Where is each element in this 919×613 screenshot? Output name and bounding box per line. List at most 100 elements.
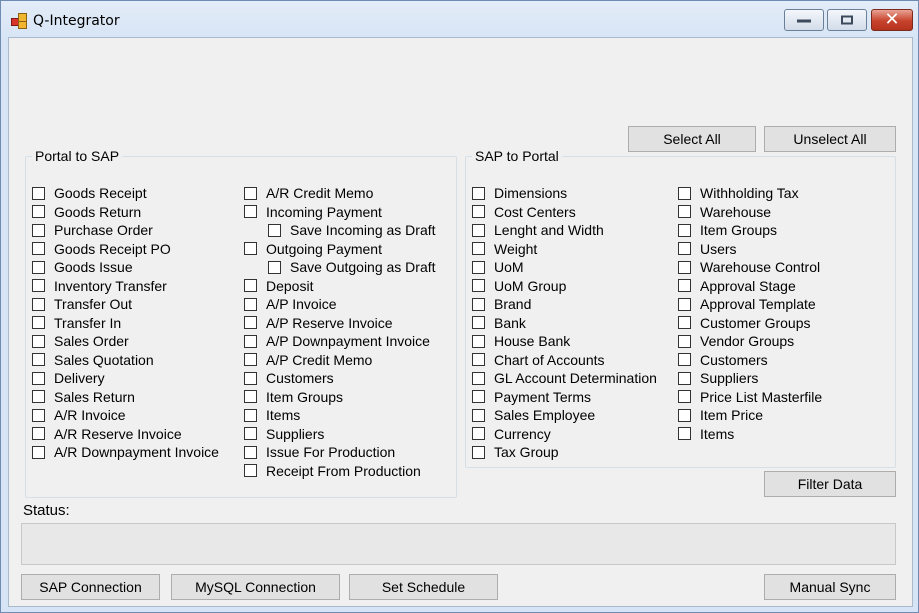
portal-to-sap-checkbox-a-r-invoice[interactable]: A/R Invoice <box>32 406 219 425</box>
portal-to-sap-checkbox-issue-for-production[interactable]: Issue For Production <box>244 443 436 462</box>
checkbox-box[interactable] <box>472 390 485 404</box>
sap-to-portal-checkbox-users[interactable]: Users <box>678 240 822 259</box>
mysql-connection-button[interactable]: MySQL Connection <box>171 574 340 600</box>
checkbox-box[interactable] <box>472 242 485 256</box>
portal-to-sap-checkbox-suppliers[interactable]: Suppliers <box>244 425 436 444</box>
manual-sync-button[interactable]: Manual Sync <box>764 574 896 600</box>
checkbox-box[interactable] <box>244 353 257 367</box>
checkbox-box[interactable] <box>678 427 691 441</box>
sap-to-portal-checkbox-sales-employee[interactable]: Sales Employee <box>472 406 657 425</box>
checkbox-box[interactable] <box>32 445 45 459</box>
sap-to-portal-checkbox-bank[interactable]: Bank <box>472 314 657 333</box>
checkbox-box[interactable] <box>678 186 691 200</box>
sap-to-portal-checkbox-uom[interactable]: UoM <box>472 258 657 277</box>
checkbox-box[interactable] <box>678 223 691 237</box>
checkbox-box[interactable] <box>244 427 257 441</box>
portal-to-sap-checkbox-transfer-in[interactable]: Transfer In <box>32 314 219 333</box>
sap-to-portal-checkbox-brand[interactable]: Brand <box>472 295 657 314</box>
portal-to-sap-checkbox-a-p-reserve-invoice[interactable]: A/P Reserve Invoice <box>244 314 436 333</box>
portal-to-sap-checkbox-goods-receipt[interactable]: Goods Receipt <box>32 184 219 203</box>
checkbox-box[interactable] <box>472 223 485 237</box>
checkbox-box[interactable] <box>244 186 257 200</box>
checkbox-box[interactable] <box>32 353 45 367</box>
filter-data-button[interactable]: Filter Data <box>764 471 896 497</box>
select-all-button[interactable]: Select All <box>628 126 756 152</box>
sap-to-portal-checkbox-dimensions[interactable]: Dimensions <box>472 184 657 203</box>
checkbox-box[interactable] <box>244 279 257 293</box>
checkbox-box[interactable] <box>268 223 281 237</box>
checkbox-box[interactable] <box>244 205 257 219</box>
sap-to-portal-checkbox-price-list-masterfile[interactable]: Price List Masterfile <box>678 388 822 407</box>
portal-to-sap-checkbox-sales-order[interactable]: Sales Order <box>32 332 219 351</box>
checkbox-box[interactable] <box>678 297 691 311</box>
checkbox-box[interactable] <box>678 316 691 330</box>
minimize-button[interactable] <box>784 9 824 31</box>
checkbox-box[interactable] <box>32 279 45 293</box>
checkbox-box[interactable] <box>472 427 485 441</box>
checkbox-box[interactable] <box>472 186 485 200</box>
checkbox-box[interactable] <box>678 390 691 404</box>
checkbox-box[interactable] <box>678 408 691 422</box>
set-schedule-button[interactable]: Set Schedule <box>349 574 498 600</box>
checkbox-box[interactable] <box>244 464 257 478</box>
checkbox-box[interactable] <box>32 390 45 404</box>
checkbox-box[interactable] <box>472 353 485 367</box>
portal-to-sap-checkbox-outgoing-payment[interactable]: Outgoing Payment <box>244 240 436 259</box>
checkbox-box[interactable] <box>32 186 45 200</box>
sap-to-portal-checkbox-warehouse[interactable]: Warehouse <box>678 203 822 222</box>
portal-to-sap-checkbox-a-p-downpayment-invoice[interactable]: A/P Downpayment Invoice <box>244 332 436 351</box>
checkbox-box[interactable] <box>32 408 45 422</box>
portal-to-sap-checkbox-receipt-from-production[interactable]: Receipt From Production <box>244 462 436 481</box>
sap-to-portal-checkbox-tax-group[interactable]: Tax Group <box>472 443 657 462</box>
checkbox-box[interactable] <box>244 371 257 385</box>
checkbox-box[interactable] <box>678 260 691 274</box>
sap-to-portal-checkbox-approval-template[interactable]: Approval Template <box>678 295 822 314</box>
portal-to-sap-checkbox-save-incoming-as-draft[interactable]: Save Incoming as Draft <box>244 221 436 240</box>
portal-to-sap-checkbox-incoming-payment[interactable]: Incoming Payment <box>244 203 436 222</box>
checkbox-box[interactable] <box>678 205 691 219</box>
checkbox-box[interactable] <box>32 371 45 385</box>
checkbox-box[interactable] <box>244 408 257 422</box>
checkbox-box[interactable] <box>32 316 45 330</box>
checkbox-box[interactable] <box>244 390 257 404</box>
checkbox-box[interactable] <box>32 260 45 274</box>
checkbox-box[interactable] <box>32 223 45 237</box>
title-bar[interactable]: Q-Integrator ✕ <box>1 1 918 37</box>
checkbox-box[interactable] <box>244 242 257 256</box>
portal-to-sap-checkbox-goods-return[interactable]: Goods Return <box>32 203 219 222</box>
unselect-all-button[interactable]: Unselect All <box>764 126 896 152</box>
portal-to-sap-checkbox-save-outgoing-as-draft[interactable]: Save Outgoing as Draft <box>244 258 436 277</box>
sap-to-portal-checkbox-warehouse-control[interactable]: Warehouse Control <box>678 258 822 277</box>
sap-to-portal-checkbox-approval-stage[interactable]: Approval Stage <box>678 277 822 296</box>
portal-to-sap-checkbox-item-groups[interactable]: Item Groups <box>244 388 436 407</box>
sap-to-portal-checkbox-uom-group[interactable]: UoM Group <box>472 277 657 296</box>
sap-to-portal-checkbox-currency[interactable]: Currency <box>472 425 657 444</box>
checkbox-box[interactable] <box>678 334 691 348</box>
sap-to-portal-checkbox-withholding-tax[interactable]: Withholding Tax <box>678 184 822 203</box>
portal-to-sap-checkbox-goods-issue[interactable]: Goods Issue <box>32 258 219 277</box>
maximize-button[interactable] <box>827 9 867 31</box>
checkbox-box[interactable] <box>244 445 257 459</box>
checkbox-box[interactable] <box>678 242 691 256</box>
sap-to-portal-checkbox-cost-centers[interactable]: Cost Centers <box>472 203 657 222</box>
portal-to-sap-checkbox-a-p-invoice[interactable]: A/P Invoice <box>244 295 436 314</box>
checkbox-box[interactable] <box>472 408 485 422</box>
checkbox-box[interactable] <box>678 279 691 293</box>
checkbox-box[interactable] <box>472 334 485 348</box>
portal-to-sap-checkbox-deposit[interactable]: Deposit <box>244 277 436 296</box>
portal-to-sap-checkbox-a-p-credit-memo[interactable]: A/P Credit Memo <box>244 351 436 370</box>
sap-to-portal-checkbox-chart-of-accounts[interactable]: Chart of Accounts <box>472 351 657 370</box>
portal-to-sap-checkbox-inventory-transfer[interactable]: Inventory Transfer <box>32 277 219 296</box>
checkbox-box[interactable] <box>244 334 257 348</box>
checkbox-box[interactable] <box>472 260 485 274</box>
portal-to-sap-checkbox-transfer-out[interactable]: Transfer Out <box>32 295 219 314</box>
checkbox-box[interactable] <box>32 242 45 256</box>
checkbox-box[interactable] <box>244 316 257 330</box>
sap-to-portal-checkbox-vendor-groups[interactable]: Vendor Groups <box>678 332 822 351</box>
portal-to-sap-checkbox-items[interactable]: Items <box>244 406 436 425</box>
sap-to-portal-checkbox-suppliers[interactable]: Suppliers <box>678 369 822 388</box>
sap-to-portal-checkbox-items[interactable]: Items <box>678 425 822 444</box>
checkbox-box[interactable] <box>32 205 45 219</box>
sap-to-portal-checkbox-house-bank[interactable]: House Bank <box>472 332 657 351</box>
checkbox-box[interactable] <box>472 205 485 219</box>
